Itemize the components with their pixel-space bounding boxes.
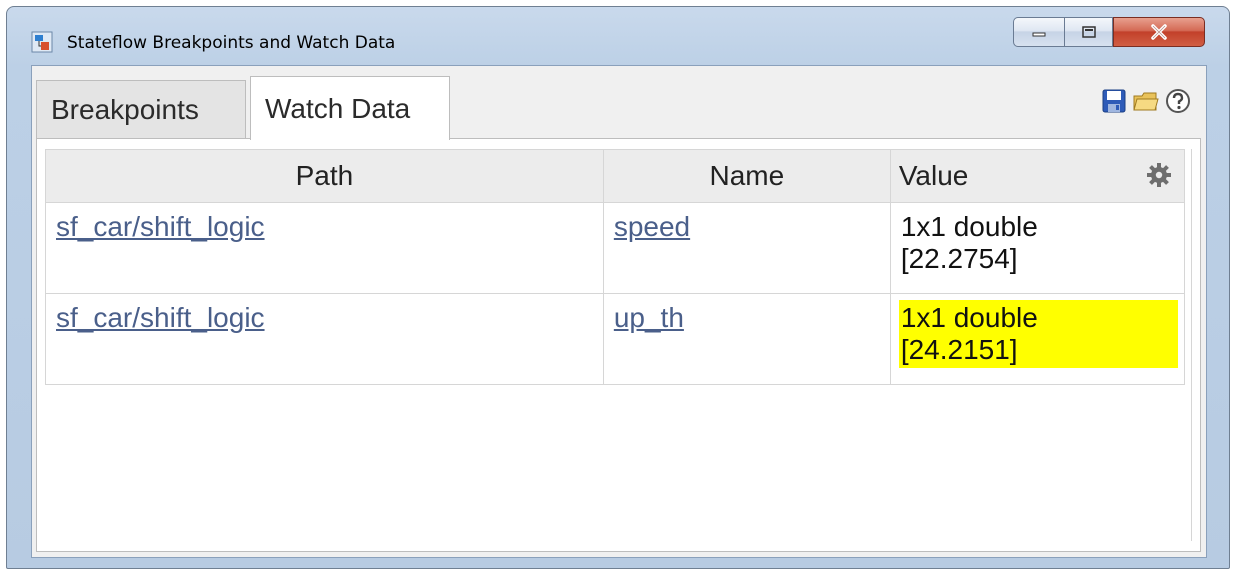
minimize-icon <box>1032 32 1046 37</box>
close-button[interactable] <box>1113 17 1205 47</box>
column-header-path[interactable]: Path <box>45 149 604 203</box>
column-header-value-label: Value <box>898 160 969 191</box>
value-cell-highlighted: 1x1 double [24.2151] <box>889 293 1186 385</box>
window-title: Stateflow Breakpoints and Watch Data <box>67 33 396 53</box>
table-row: sf_car/shift_logic speed 1x1 double [22.… <box>45 202 1186 294</box>
value-type: 1x1 double <box>900 211 1038 242</box>
table-header: Path Name Value <box>45 149 1186 203</box>
toolbar <box>1100 86 1192 116</box>
close-icon <box>1151 24 1167 40</box>
maximize-button[interactable] <box>1065 17 1113 47</box>
path-link[interactable]: sf_car/shift_logic <box>56 302 265 333</box>
stateflow-app-icon <box>31 31 53 53</box>
open-folder-icon[interactable] <box>1132 87 1160 115</box>
client-area: Breakpoints Watch Data Path Name Value s… <box>31 65 1207 558</box>
table-row: sf_car/shift_logic up_th 1x1 double [24.… <box>45 293 1186 385</box>
value-cell: 1x1 double [22.2754] <box>889 202 1186 294</box>
path-cell: sf_car/shift_logic <box>45 293 604 385</box>
help-icon[interactable] <box>1164 87 1192 115</box>
value-number: [24.2151] <box>900 334 1018 365</box>
maximize-icon <box>1081 26 1096 38</box>
column-header-value[interactable]: Value <box>889 149 1186 203</box>
value-type: 1x1 double <box>900 302 1038 333</box>
tab-watch-data[interactable]: Watch Data <box>250 76 450 140</box>
tab-breakpoints[interactable]: Breakpoints <box>36 80 246 138</box>
value-number: [22.2754] <box>900 243 1018 274</box>
name-cell: up_th <box>602 293 891 385</box>
app-window: Stateflow Breakpoints and Watch Data Bre… <box>6 6 1230 569</box>
name-cell: speed <box>602 202 891 294</box>
title-bar[interactable]: Stateflow Breakpoints and Watch Data <box>7 7 1229 65</box>
path-link[interactable]: sf_car/shift_logic <box>56 211 265 242</box>
name-link[interactable]: speed <box>614 211 690 242</box>
watch-data-panel: Path Name Value sf_car/shift_logic speed… <box>36 138 1201 552</box>
watch-table: Path Name Value sf_car/shift_logic speed… <box>45 149 1186 385</box>
column-header-name[interactable]: Name <box>602 149 891 203</box>
path-cell: sf_car/shift_logic <box>45 202 604 294</box>
panel-divider <box>1191 149 1192 541</box>
save-icon[interactable] <box>1100 87 1128 115</box>
minimize-button[interactable] <box>1013 17 1065 47</box>
name-link[interactable]: up_th <box>614 302 684 333</box>
gear-icon[interactable] <box>1146 162 1172 188</box>
value-highlight: 1x1 double [24.2151] <box>898 300 1178 368</box>
